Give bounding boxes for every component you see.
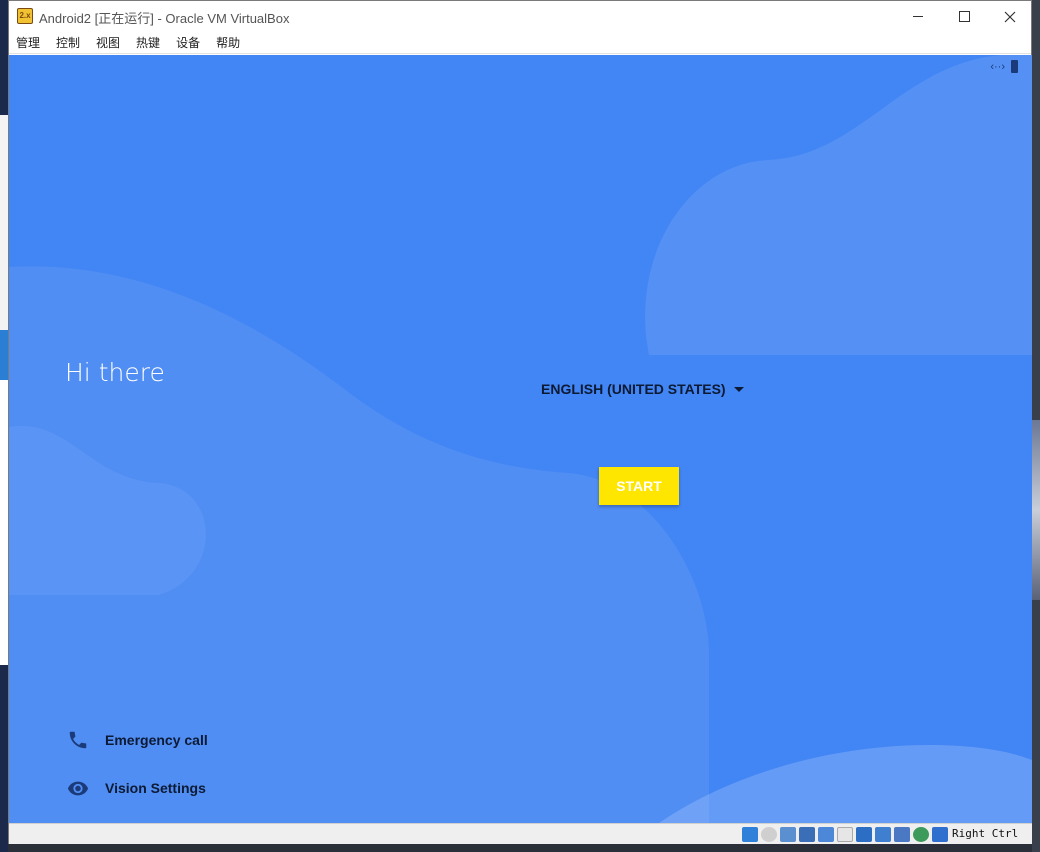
welcome-heading: Hi there: [65, 358, 165, 387]
menu-help[interactable]: 帮助: [216, 32, 240, 54]
network-icon[interactable]: [799, 827, 815, 842]
shared-folder-icon[interactable]: [837, 827, 853, 842]
language-label: ENGLISH (UNITED STATES): [541, 381, 726, 397]
emergency-call-label: Emergency call: [105, 732, 208, 748]
optical-drive-icon[interactable]: [761, 827, 777, 842]
battery-icon: [1011, 60, 1018, 73]
virtualbox-window: 2.x Android2 [正在运行] - Oracle VM VirtualB…: [8, 0, 1032, 844]
android-guest-screen[interactable]: ‹··› Hi there ENGLISH (UNITED STATES) ST…: [9, 55, 1032, 823]
eye-icon: [67, 781, 89, 796]
android-status-bar: ‹··›: [990, 60, 1018, 73]
display-icon[interactable]: [856, 827, 872, 842]
background-waves: [9, 55, 1032, 823]
window-title: Android2 [正在运行] - Oracle VM VirtualBox: [39, 11, 290, 26]
maximize-button[interactable]: [941, 1, 987, 32]
mouse-integration-icon[interactable]: [913, 827, 929, 842]
network-icon: ‹··›: [990, 60, 1005, 73]
language-selector[interactable]: ENGLISH (UNITED STATES): [541, 381, 744, 397]
menu-control[interactable]: 控制: [56, 32, 80, 54]
phone-icon: [69, 731, 87, 749]
vision-settings-link[interactable]: Vision Settings: [67, 777, 206, 799]
keyboard-icon[interactable]: [932, 827, 948, 842]
virtualization-icon[interactable]: [894, 827, 910, 842]
emergency-call-link[interactable]: Emergency call: [67, 729, 208, 751]
vision-settings-label: Vision Settings: [105, 780, 206, 796]
close-button[interactable]: [987, 1, 1033, 32]
menu-manage[interactable]: 管理: [16, 32, 40, 54]
title-bar[interactable]: 2.x Android2 [正在运行] - Oracle VM VirtualB…: [9, 1, 1031, 32]
minimize-button[interactable]: [895, 1, 941, 32]
hard-disk-icon[interactable]: [742, 827, 758, 842]
dropdown-caret-icon: [733, 386, 744, 392]
menu-devices[interactable]: 设备: [176, 32, 200, 54]
start-button[interactable]: START: [599, 467, 679, 505]
virtualbox-app-icon: 2.x: [17, 8, 33, 24]
usb-icon[interactable]: [818, 827, 834, 842]
desktop-background-right: [1032, 0, 1040, 852]
close-icon: [1004, 11, 1016, 22]
audio-icon[interactable]: [780, 827, 796, 842]
menu-view[interactable]: 视图: [96, 32, 120, 54]
virtualbox-status-bar: Right Ctrl: [9, 823, 1032, 844]
menu-hotkeys[interactable]: 热键: [136, 32, 160, 54]
recording-icon[interactable]: [875, 827, 891, 842]
menu-bar: 管理 控制 视图 热键 设备 帮助: [9, 32, 1031, 54]
desktop-background-left: [0, 0, 8, 852]
host-key-label: Right Ctrl: [952, 827, 1019, 840]
